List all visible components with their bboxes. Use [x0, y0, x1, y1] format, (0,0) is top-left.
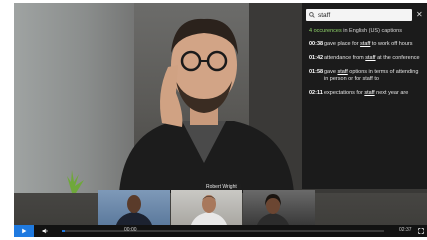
result-match: staff: [364, 89, 375, 96]
result-text: expectations for staff next year are: [324, 90, 423, 97]
progress-fill: [62, 230, 66, 232]
result-text: attendance from staff at the conference: [324, 55, 423, 62]
volume-icon: [42, 228, 47, 234]
result-match: staff: [360, 41, 371, 47]
total-time: 02:37: [399, 227, 412, 233]
result-text: gave staff options in terms of attending…: [324, 69, 423, 82]
result-match: staff: [365, 55, 376, 61]
search-summary: 4 occurences in English (US) captions: [309, 28, 402, 34]
participant-avatar: [257, 194, 290, 225]
result-text-after: next year are: [374, 89, 409, 96]
result-timestamp: 01:58: [309, 69, 324, 75]
occurrence-count: 4 occurences: [309, 28, 342, 34]
current-time: 00:00: [124, 227, 137, 233]
result-text-after: at the conference: [375, 55, 420, 61]
search-results: 00:38 gave place for staff to work off h…: [309, 41, 423, 104]
search-input[interactable]: [315, 10, 403, 20]
main-speaker: [119, 18, 294, 193]
play-icon: [22, 228, 27, 234]
close-icon[interactable]: ✕: [416, 9, 423, 21]
result-text-before: gave: [324, 69, 338, 75]
play-button[interactable]: [14, 225, 34, 237]
plant-decoration: [67, 170, 84, 193]
search-box[interactable]: [306, 9, 412, 21]
search-result[interactable]: 01:42 attendance from staff at the confe…: [309, 55, 423, 62]
participant-thumbnail[interactable]: [98, 190, 170, 225]
result-text-before: attendance from: [324, 55, 366, 61]
control-bar: 00:00 02:37: [14, 225, 427, 237]
fullscreen-button[interactable]: [415, 225, 427, 237]
summary-text: in English (US) captions: [341, 28, 402, 34]
fullscreen-icon: [418, 228, 424, 234]
participant-thumbnails: [98, 190, 316, 225]
result-match: staff: [337, 69, 348, 75]
result-timestamp: 02:11: [309, 89, 323, 96]
caption-search-panel: ✕ 4 occurences in English (US) captions …: [302, 3, 427, 189]
participant-avatar: [190, 195, 227, 225]
video-player: Robert Wright staff ✕ 4 occurences in En…: [14, 3, 427, 237]
volume-button[interactable]: [38, 225, 52, 237]
search-result[interactable]: 00:38 gave place for staff to work off h…: [309, 41, 423, 48]
search-result[interactable]: 02:11 expectations for staff next year a…: [309, 90, 423, 97]
participant-thumbnail[interactable]: [170, 190, 243, 225]
result-timestamp: 01:42: [309, 55, 324, 61]
result-text: gave place for staff to work off hours: [324, 41, 423, 48]
result-text-before: gave place for: [324, 41, 361, 47]
progress-bar[interactable]: [62, 230, 384, 232]
result-text-after: to work off hours: [370, 41, 413, 47]
participant-avatar: [116, 195, 152, 225]
result-text-before: expectations for: [324, 89, 365, 96]
participant-thumbnail[interactable]: [243, 190, 316, 225]
result-timestamp: 00:38: [309, 41, 324, 47]
video-frame[interactable]: Robert Wright staff ✕ 4 occurences in En…: [14, 3, 427, 225]
search-result[interactable]: 01:58 gave staff options in terms of att…: [309, 69, 423, 82]
